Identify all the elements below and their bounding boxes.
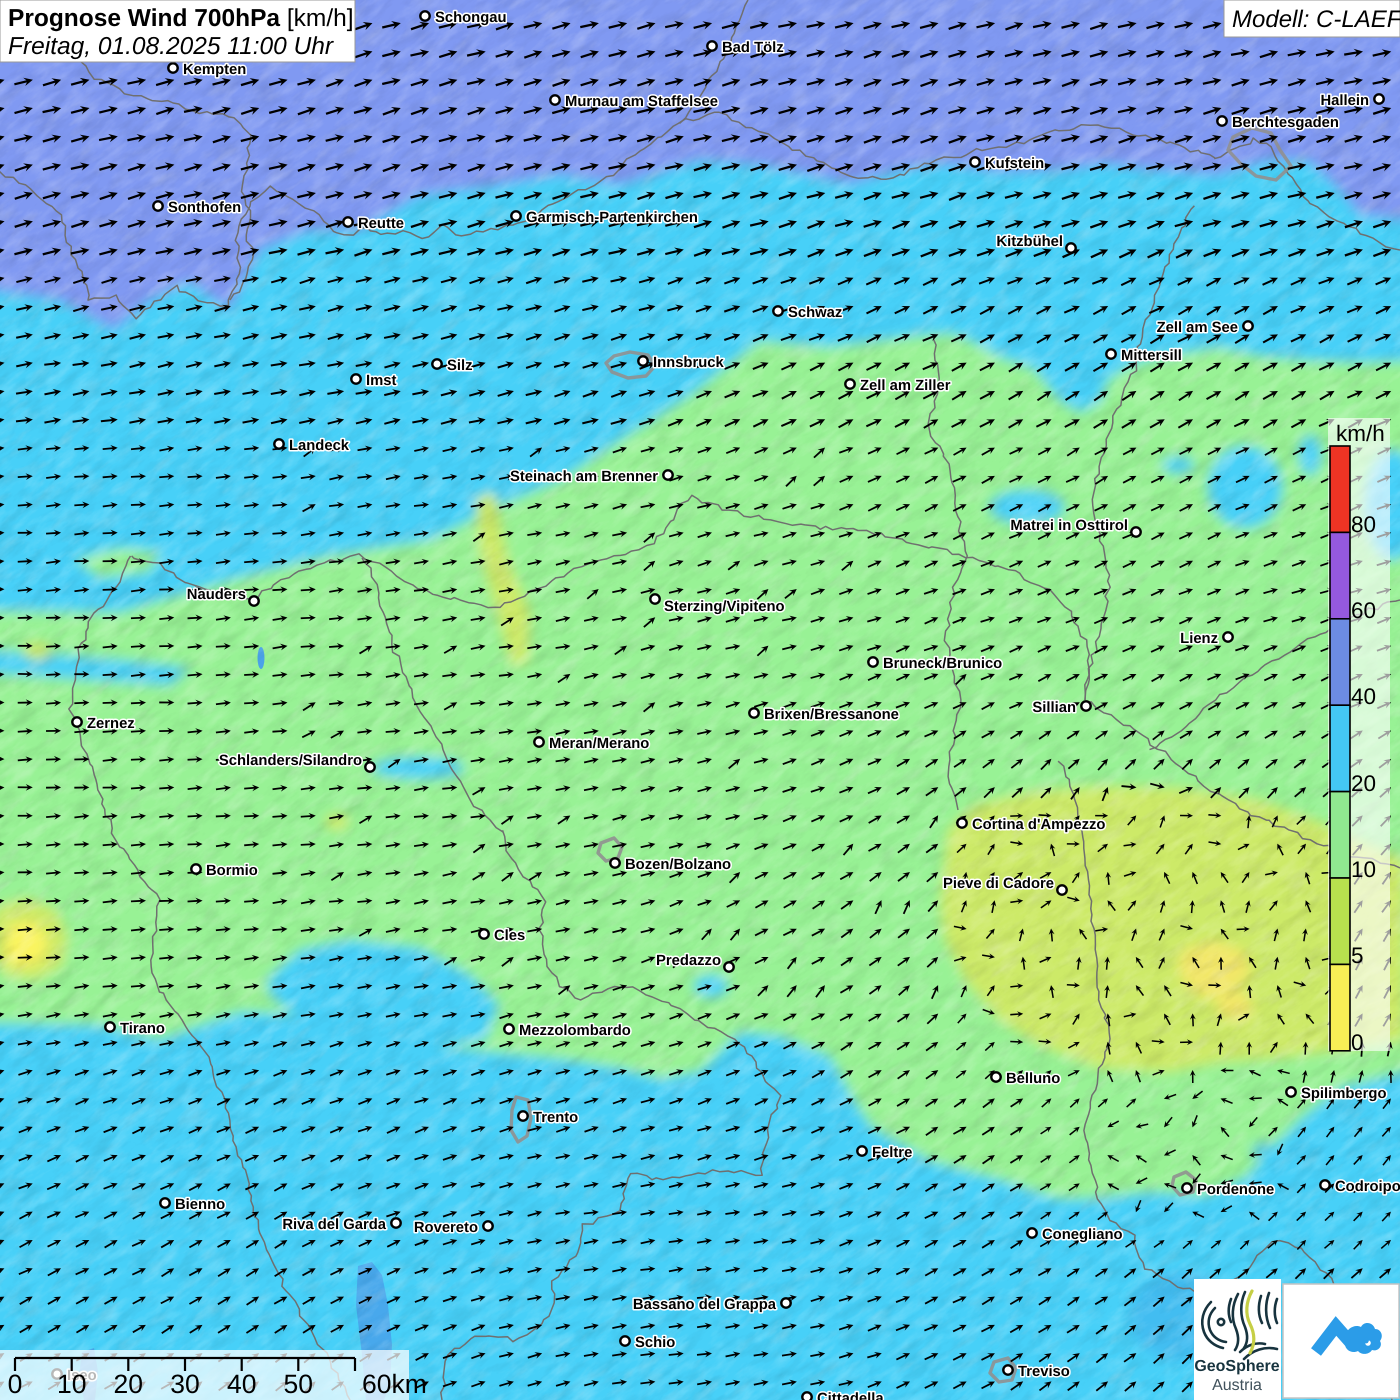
svg-text:10: 10: [1351, 857, 1376, 882]
svg-text:Kufstein: Kufstein: [985, 156, 1044, 172]
svg-text:Bozen/Bolzano: Bozen/Bolzano: [625, 857, 731, 873]
svg-text:Zell am Ziller: Zell am Ziller: [860, 378, 951, 394]
svg-text:Tirano: Tirano: [120, 1021, 165, 1037]
svg-text:Schlanders/Silandro: Schlanders/Silandro: [219, 753, 362, 769]
svg-text:Feltre: Feltre: [872, 1145, 912, 1161]
svg-text:Imst: Imst: [366, 373, 396, 389]
svg-text:0: 0: [8, 1369, 23, 1399]
svg-text:Silz: Silz: [447, 358, 473, 374]
svg-text:Pordenone: Pordenone: [1197, 1182, 1274, 1198]
svg-text:Bienno: Bienno: [175, 1197, 225, 1213]
svg-text:Garmisch-Partenkirchen: Garmisch-Partenkirchen: [526, 210, 698, 226]
svg-text:50: 50: [284, 1369, 313, 1399]
svg-text:Berchtesgaden: Berchtesgaden: [1232, 115, 1339, 131]
svg-text:Codroipo: Codroipo: [1335, 1179, 1400, 1195]
svg-text:Innsbruck: Innsbruck: [653, 355, 724, 371]
svg-text:Kempten: Kempten: [183, 62, 246, 78]
svg-text:10: 10: [57, 1369, 86, 1399]
svg-text:Cittadella: Cittadella: [817, 1391, 884, 1400]
svg-text:Cortina d'Ampezzo: Cortina d'Ampezzo: [972, 817, 1105, 833]
svg-text:Spilimbergo: Spilimbergo: [1301, 1086, 1387, 1102]
svg-text:Reutte: Reutte: [358, 216, 404, 232]
svg-text:Sillian: Sillian: [1032, 700, 1076, 716]
svg-text:Bassano del Grappa: Bassano del Grappa: [633, 1297, 777, 1313]
svg-text:Bad Tölz: Bad Tölz: [722, 40, 784, 56]
svg-text:Riva del Garda: Riva del Garda: [282, 1217, 386, 1233]
svg-text:Murnau am Staffelsee: Murnau am Staffelsee: [565, 94, 718, 110]
svg-text:Kitzbühel: Kitzbühel: [996, 234, 1063, 250]
svg-text:Modell: C-LAEF: Modell: C-LAEF: [1232, 6, 1400, 33]
svg-text:Meran/Merano: Meran/Merano: [549, 736, 649, 752]
svg-text:Landeck: Landeck: [289, 438, 350, 454]
svg-text:Zernez: Zernez: [87, 716, 135, 732]
svg-text:Mittersill: Mittersill: [1121, 348, 1182, 364]
svg-text:30: 30: [170, 1369, 199, 1399]
svg-text:5: 5: [1351, 943, 1364, 968]
svg-text:60km: 60km: [362, 1369, 427, 1399]
svg-text:km/h: km/h: [1336, 421, 1385, 446]
svg-text:60: 60: [1351, 598, 1376, 623]
svg-text:Steinach am Brenner: Steinach am Brenner: [510, 469, 658, 485]
svg-text:40: 40: [227, 1369, 256, 1399]
svg-text:20: 20: [1351, 771, 1376, 796]
svg-text:Schwaz: Schwaz: [788, 305, 842, 321]
svg-text:Schio: Schio: [635, 1335, 675, 1351]
svg-text:Sonthofen: Sonthofen: [168, 200, 241, 216]
svg-text:Treviso: Treviso: [1018, 1364, 1070, 1380]
svg-text:Nauders: Nauders: [187, 587, 246, 603]
svg-text:GeoSphere: GeoSphere: [1194, 1358, 1279, 1375]
svg-text:Conegliano: Conegliano: [1042, 1227, 1123, 1243]
svg-text:80: 80: [1351, 512, 1376, 537]
svg-text:Freitag, 01.08.2025 11:00 Uhr: Freitag, 01.08.2025 11:00 Uhr: [8, 33, 334, 60]
svg-text:Sterzing/Vipiteno: Sterzing/Vipiteno: [664, 599, 785, 615]
svg-text:Schongau: Schongau: [435, 10, 507, 26]
svg-text:Hallein: Hallein: [1320, 93, 1369, 109]
svg-text:Zell am See: Zell am See: [1157, 320, 1238, 336]
svg-text:Prognose Wind 700hPa [km/h]: Prognose Wind 700hPa [km/h]: [8, 5, 354, 32]
svg-text:Rovereto: Rovereto: [414, 1220, 478, 1236]
svg-text:Austria: Austria: [1212, 1377, 1262, 1394]
svg-text:40: 40: [1351, 684, 1376, 709]
svg-text:Brixen/Bressanone: Brixen/Bressanone: [764, 707, 899, 723]
svg-text:20: 20: [114, 1369, 143, 1399]
svg-text:Pieve di Cadore: Pieve di Cadore: [943, 876, 1054, 892]
svg-text:0: 0: [1351, 1030, 1364, 1055]
svg-text:Bruneck/Brunico: Bruneck/Brunico: [883, 656, 1002, 672]
svg-text:Matrei in Osttirol: Matrei in Osttirol: [1010, 518, 1128, 534]
svg-text:Bormio: Bormio: [206, 863, 258, 879]
svg-text:Trento: Trento: [533, 1110, 578, 1126]
svg-text:Cles: Cles: [494, 928, 525, 944]
svg-text:Mezzolombardo: Mezzolombardo: [519, 1023, 631, 1039]
svg-text:Belluno: Belluno: [1006, 1071, 1060, 1087]
svg-text:Lienz: Lienz: [1180, 631, 1218, 647]
svg-text:Predazzo: Predazzo: [656, 953, 721, 969]
